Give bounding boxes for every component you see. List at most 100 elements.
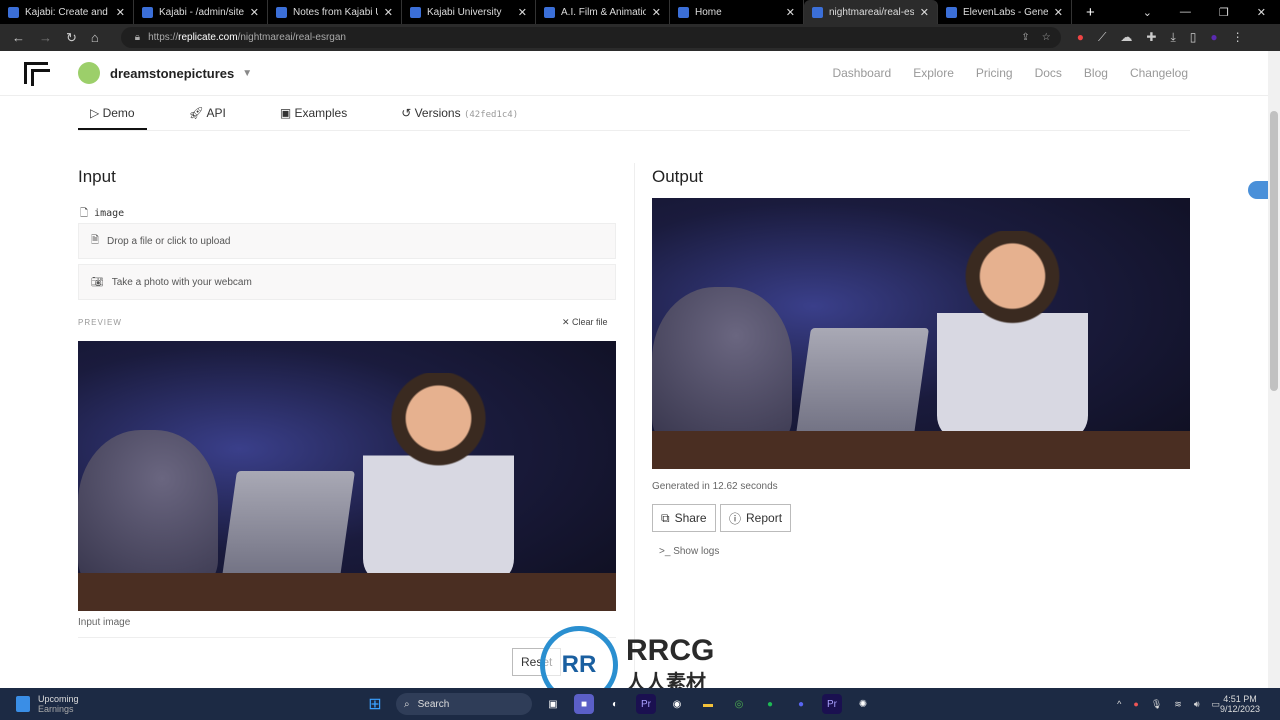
- discord-icon[interactable]: ●: [791, 694, 811, 714]
- replicate-logo[interactable]: [24, 62, 50, 86]
- report-button[interactable]: ⓘ Report: [720, 504, 792, 532]
- tab-versions[interactable]: ↺ Versions (42fed1c4): [389, 101, 530, 130]
- widgets-button[interactable]: Upcoming Earnings: [0, 694, 79, 714]
- favicon-icon: [276, 6, 287, 18]
- nav-link-blog[interactable]: Blog: [1084, 66, 1108, 80]
- browser-tab[interactable]: Kajabi: Create and sell✕: [0, 0, 134, 24]
- chrome-icon[interactable]: ◎: [729, 694, 749, 714]
- extension-icon[interactable]: ☁: [1120, 30, 1132, 45]
- browser-tab[interactable]: Home ✕: [670, 0, 804, 24]
- nav-link-pricing[interactable]: Pricing: [976, 66, 1013, 80]
- lock-icon: 🔒︎: [134, 32, 141, 43]
- nav-link-docs[interactable]: Docs: [1035, 66, 1062, 80]
- browser-tab[interactable]: Kajabi University ✕: [402, 0, 536, 24]
- close-tab-icon[interactable]: ✕: [384, 6, 393, 19]
- close-tab-icon[interactable]: ✕: [920, 6, 929, 19]
- input-image-caption: Input image: [78, 617, 131, 628]
- start-icon[interactable]: ⊞: [365, 694, 385, 714]
- browser-tab[interactable]: A.I. Film & Animation ✕: [536, 0, 670, 24]
- browser-tab[interactable]: Kajabi - /admin/sites/✕: [134, 0, 268, 24]
- tab-demo[interactable]: ▷ Demo: [78, 101, 147, 130]
- file-upload-dropzone[interactable]: 🗎︎ Drop a file or click to upload: [78, 223, 616, 259]
- browser-tab[interactable]: nightmareai/real-esrgan✕: [804, 0, 938, 24]
- close-tab-icon[interactable]: ✕: [1054, 6, 1063, 19]
- webcam-button[interactable]: 📷︎ Take a photo with your webcam: [78, 264, 616, 300]
- search-icon: ⌕: [404, 698, 410, 710]
- nav-link-changelog[interactable]: Changelog: [1130, 66, 1188, 80]
- system-tray: ^ ● 🎙︎ ≋ 🔊︎ ▭: [1117, 699, 1220, 710]
- volume-icon[interactable]: 🔊︎: [1194, 699, 1200, 710]
- tab-search-icon[interactable]: ⌄: [1143, 6, 1152, 19]
- avatar[interactable]: [78, 62, 100, 84]
- close-tab-icon[interactable]: ✕: [116, 6, 125, 19]
- profile-avatar[interactable]: ●: [1210, 30, 1217, 45]
- close-tab-icon[interactable]: ✕: [652, 6, 661, 19]
- app-icon[interactable]: ◐: [605, 694, 625, 714]
- chevron-up-icon[interactable]: ^: [1117, 699, 1121, 710]
- tab-api[interactable]: 🚀︎ API: [177, 101, 238, 130]
- menu-dots-icon[interactable]: ⋮: [1232, 30, 1244, 45]
- favicon-icon: [946, 6, 957, 18]
- premiere-icon[interactable]: Pr: [636, 694, 656, 714]
- download-icon[interactable]: ⤓: [1170, 30, 1175, 45]
- new-tab-button[interactable]: +: [1086, 4, 1095, 21]
- tab-examples[interactable]: ▣ Examples: [268, 101, 359, 130]
- share-icon[interactable]: ⇪: [1021, 32, 1029, 43]
- camera-icon: 📷︎: [91, 276, 104, 288]
- favicon-icon: [812, 6, 823, 18]
- share-button[interactable]: ⧉ Share: [652, 504, 716, 532]
- username[interactable]: dreamstonepictures: [110, 66, 234, 81]
- close-window-button[interactable]: ✕: [1257, 6, 1266, 19]
- openai-icon[interactable]: ✺: [853, 694, 873, 714]
- restore-button[interactable]: ❐: [1219, 6, 1229, 19]
- wifi-icon[interactable]: ≋: [1174, 699, 1182, 710]
- close-tab-icon[interactable]: ✕: [250, 6, 259, 19]
- file-explorer-icon[interactable]: ▬: [698, 694, 718, 714]
- back-icon[interactable]: ←: [12, 30, 25, 46]
- battery-icon[interactable]: ▭: [1211, 699, 1220, 710]
- extensions-puzzle-icon[interactable]: ✚: [1146, 30, 1156, 45]
- clear-file-button[interactable]: ✕ Clear file: [562, 317, 608, 328]
- app-tray-icon[interactable]: ●: [1133, 699, 1138, 710]
- teams-icon[interactable]: ■: [574, 694, 594, 714]
- extension-icon[interactable]: ⟋: [1098, 30, 1106, 45]
- favicon-icon: [8, 6, 19, 18]
- forward-icon[interactable]: →: [39, 30, 52, 46]
- output-image[interactable]: [652, 198, 1190, 469]
- url-input[interactable]: 🔒︎ https://replicate.com/nightmareai/real…: [120, 27, 1061, 48]
- image-field-label: 🗋︎ image: [80, 208, 125, 219]
- preview-label: PREVIEW: [78, 318, 122, 327]
- clock[interactable]: 4:51 PM 9/12/2023: [1220, 694, 1260, 714]
- page-scrollbar[interactable]: [1268, 51, 1280, 688]
- premiere-icon[interactable]: Pr: [822, 694, 842, 714]
- terminal-icon: >_: [659, 546, 671, 557]
- file-upload-icon: 🗎︎: [91, 234, 100, 246]
- show-logs-toggle[interactable]: >_ Show logs: [659, 546, 719, 557]
- extension-icon[interactable]: ●: [1077, 30, 1084, 45]
- sidepanel-icon[interactable]: ▯: [1190, 30, 1197, 45]
- stock-widget-icon: [16, 696, 30, 712]
- favicon-icon: [410, 6, 421, 18]
- media-icon[interactable]: ◉: [667, 694, 687, 714]
- close-tab-icon[interactable]: ✕: [518, 6, 527, 19]
- reload-icon[interactable]: ↻: [66, 30, 77, 46]
- copy-icon: ⧉: [661, 510, 670, 525]
- nav-link-explore[interactable]: Explore: [913, 66, 954, 80]
- browser-tab[interactable]: ElevenLabs - Generat✕: [938, 0, 1072, 24]
- alert-icon: ⓘ: [729, 511, 742, 526]
- mic-icon[interactable]: 🎙︎: [1151, 699, 1162, 710]
- taskbar-search[interactable]: ⌕ Search: [396, 693, 532, 715]
- floating-helper-icon[interactable]: [1248, 181, 1268, 199]
- minimize-button[interactable]: —: [1180, 6, 1191, 19]
- star-icon[interactable]: ☆: [1042, 32, 1051, 43]
- spotify-icon[interactable]: ●: [760, 694, 780, 714]
- close-tab-icon[interactable]: ✕: [786, 6, 795, 19]
- task-view-icon[interactable]: ▣: [543, 694, 563, 714]
- favicon-icon: [544, 6, 555, 18]
- browser-tab[interactable]: Notes from Kajabi Uni✕: [268, 0, 402, 24]
- file-icon: 🗋︎: [80, 208, 89, 219]
- home-icon[interactable]: ⌂: [91, 30, 99, 46]
- chevron-down-icon[interactable]: ▼: [242, 68, 252, 79]
- input-heading: Input: [78, 167, 116, 186]
- nav-link-dashboard[interactable]: Dashboard: [832, 66, 891, 80]
